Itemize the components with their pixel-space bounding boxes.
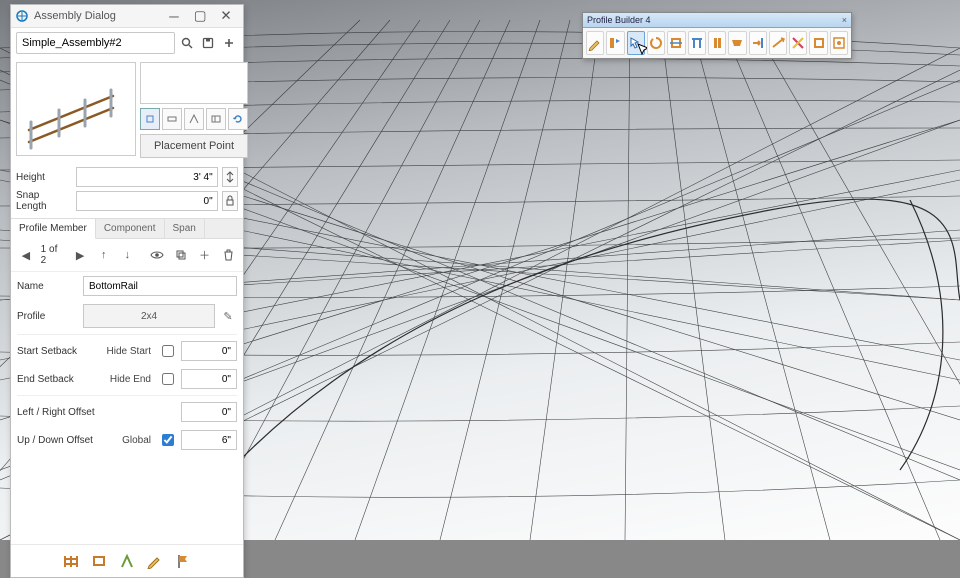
ud-offset-label: Up / Down Offset: [17, 435, 117, 446]
profile-select-button[interactable]: 2x4: [83, 304, 215, 328]
placement-mode-2[interactable]: [162, 108, 182, 130]
profile-builder-toolbar[interactable]: Profile Builder 4 ×: [582, 12, 852, 59]
tool-rail-icon[interactable]: [89, 551, 109, 571]
save-icon[interactable]: [199, 34, 217, 52]
tab-profile-member[interactable]: Profile Member: [11, 219, 96, 239]
page-indicator: 1 of 2: [41, 244, 66, 266]
placement-point-button[interactable]: Placement Point: [140, 134, 248, 158]
profile-label: Profile: [17, 311, 79, 322]
delete-icon[interactable]: [219, 246, 237, 264]
lr-offset-label: Left / Right Offset: [17, 407, 117, 418]
profile-member-icon[interactable]: [606, 31, 624, 55]
tool-pencil-icon[interactable]: [145, 551, 165, 571]
ud-offset-input[interactable]: [181, 430, 237, 450]
hide-end-label: Hide End: [101, 374, 154, 385]
hide-start-label: Hide Start: [101, 346, 154, 357]
span-tool-icon[interactable]: [688, 31, 706, 55]
post-tool-icon[interactable]: [708, 31, 726, 55]
page-prev-icon[interactable]: ◀: [17, 246, 35, 264]
height-label: Height: [16, 172, 72, 183]
dialog-titlebar[interactable]: Assembly Dialog ─ ▢ ✕: [11, 5, 243, 28]
toolbar-close-icon[interactable]: ×: [842, 15, 847, 25]
name-label: Name: [17, 281, 79, 292]
profile-preview: [140, 62, 248, 104]
lock-icon[interactable]: [222, 191, 238, 211]
align-tool-icon[interactable]: [809, 31, 827, 55]
lr-offset-input[interactable]: [181, 402, 237, 422]
tab-component[interactable]: Component: [96, 219, 165, 238]
end-setback-input[interactable]: [181, 369, 237, 389]
global-checkbox[interactable]: [162, 434, 174, 446]
hide-start-checkbox[interactable]: [162, 345, 174, 357]
select-edit-icon[interactable]: [627, 31, 645, 55]
edit-profile-icon[interactable]: ✎: [219, 307, 237, 325]
assembly-dialog: Assembly Dialog ─ ▢ ✕: [10, 4, 244, 578]
placement-mode-1[interactable]: [140, 108, 160, 130]
hide-end-checkbox[interactable]: [162, 373, 174, 385]
rotate-tool-icon[interactable]: [647, 31, 665, 55]
assembly-preview: [16, 62, 136, 156]
height-stepper-icon[interactable]: [222, 167, 238, 187]
tool-fence-icon[interactable]: [61, 551, 81, 571]
height-input[interactable]: [76, 167, 218, 187]
sort-up-icon[interactable]: ↑: [95, 246, 113, 264]
dialog-title: Assembly Dialog: [34, 10, 161, 22]
search-icon[interactable]: [178, 34, 196, 52]
settings-tool-icon[interactable]: [830, 31, 848, 55]
crossing-tool-icon[interactable]: [789, 31, 807, 55]
tab-bar: Profile Member Component Span: [11, 218, 243, 239]
snap-length-input[interactable]: [76, 191, 218, 211]
global-label: Global: [121, 435, 154, 446]
toolbar-titlebar[interactable]: Profile Builder 4 ×: [583, 13, 851, 28]
trim-tool-icon[interactable]: [769, 31, 787, 55]
rail-tool-icon[interactable]: [728, 31, 746, 55]
refresh-icon[interactable]: [228, 108, 248, 130]
page-next-icon[interactable]: ▶: [71, 246, 89, 264]
member-name-input[interactable]: [83, 276, 237, 296]
extend-tool-icon[interactable]: [749, 31, 767, 55]
minimize-button[interactable]: ─: [161, 7, 187, 25]
assembly-name-input[interactable]: [16, 32, 175, 54]
duplicate-icon[interactable]: [172, 246, 190, 264]
toolbar-title: Profile Builder 4: [587, 15, 651, 25]
sort-down-icon[interactable]: ↓: [119, 246, 137, 264]
tool-post-icon[interactable]: [117, 551, 137, 571]
visibility-icon[interactable]: [148, 246, 166, 264]
app-icon: [15, 9, 29, 23]
snap-length-label: Snap Length: [16, 190, 72, 212]
close-button[interactable]: ✕: [213, 7, 239, 25]
placement-mode-3[interactable]: [184, 108, 204, 130]
placement-mode-4[interactable]: [206, 108, 226, 130]
maximize-button[interactable]: ▢: [187, 7, 213, 25]
orient-tool-icon[interactable]: [667, 31, 685, 55]
end-setback-label: End Setback: [17, 374, 97, 385]
start-setback-label: Start Setback: [17, 346, 97, 357]
add-member-icon[interactable]: ＋: [196, 246, 214, 264]
start-setback-input[interactable]: [181, 341, 237, 361]
add-icon[interactable]: [220, 34, 238, 52]
tool-flag-icon[interactable]: [173, 551, 193, 571]
pencil-tool-icon[interactable]: [586, 31, 604, 55]
tab-span[interactable]: Span: [165, 219, 205, 238]
